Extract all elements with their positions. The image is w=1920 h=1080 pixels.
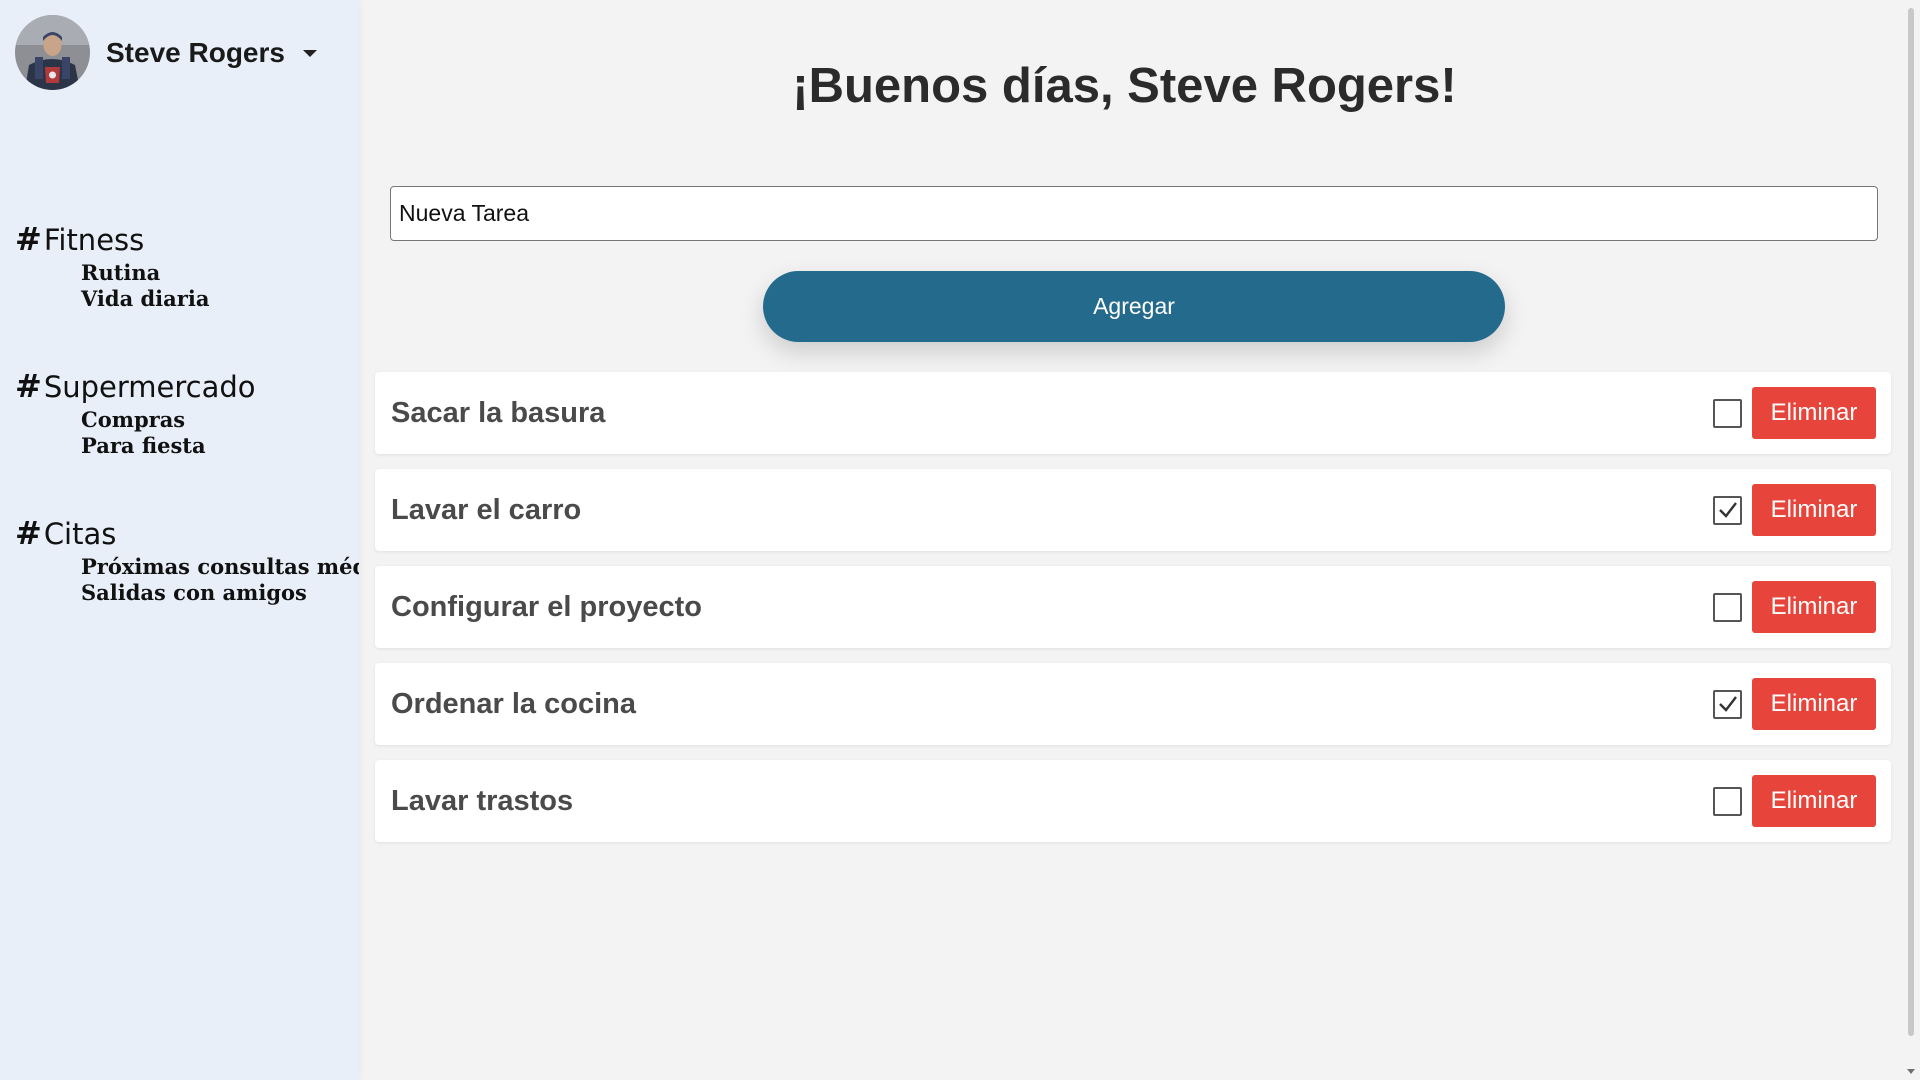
delete-task-button[interactable]: Eliminar — [1752, 678, 1876, 730]
avatar-image — [15, 15, 90, 90]
task-title: Lavar trastos — [391, 784, 574, 817]
sidebar: Steve Rogers # Fitness Rutina Vida diaria # S… — [0, 0, 359, 1080]
app: Steve Rogers # Fitness Rutina Vida diaria # S… — [0, 0, 1920, 1080]
sidebar-subitem[interactable]: Rutina — [81, 260, 359, 286]
category-title: Citas — [43, 517, 117, 551]
sidebar-subitem[interactable]: Para fiesta — [81, 433, 359, 459]
task-title: Lavar el carro — [391, 493, 582, 526]
task-row: Sacar la basura Eliminar — [375, 372, 1891, 454]
hash-icon: # — [15, 367, 42, 405]
category-fitness: # Fitness Rutina Vida diaria — [15, 220, 359, 312]
task-row: Ordenar la cocina Eliminar — [375, 663, 1891, 745]
task-title: Ordenar la cocina — [391, 687, 636, 720]
task-checkbox-checked[interactable] — [1713, 689, 1742, 719]
checkmark-icon — [1718, 502, 1737, 518]
sidebar-subitem[interactable]: Vida diaria — [81, 286, 359, 312]
category-heading[interactable]: # Fitness — [15, 220, 359, 258]
task-title: Configurar el proyecto — [391, 590, 702, 623]
delete-task-button[interactable]: Eliminar — [1752, 775, 1876, 827]
category-title: Supermercado — [43, 370, 256, 404]
avatar — [15, 15, 90, 90]
page-title: ¡Buenos días, Steve Rogers! — [792, 59, 1457, 113]
task-checkbox-checked[interactable] — [1713, 495, 1742, 525]
user-menu[interactable]: Steve Rogers — [15, 15, 317, 90]
category-citas: # Citas Próximas consultas médic Salidas co… — [15, 514, 359, 606]
category-sublist: Compras Para fiesta — [81, 407, 359, 459]
scroll-down-arrow-icon[interactable] — [1907, 1069, 1915, 1074]
main-content: ¡Buenos días, Steve Rogers! Agregar Saca… — [359, 0, 1920, 1080]
sidebar-subitem[interactable]: Salidas con amigos — [81, 580, 359, 606]
task-checkbox[interactable] — [1713, 592, 1742, 622]
category-heading[interactable]: # Citas — [15, 514, 359, 552]
checkmark-icon — [1718, 696, 1737, 712]
new-task-input[interactable] — [390, 186, 1878, 241]
category-sublist: Rutina Vida diaria — [81, 260, 359, 312]
add-task-button[interactable]: Agregar — [763, 271, 1505, 342]
delete-task-button[interactable]: Eliminar — [1752, 581, 1876, 633]
category-list: # Fitness Rutina Vida diaria # Supermercado Co… — [15, 220, 359, 661]
category-supermercado: # Supermercado Compras Para fiesta — [15, 367, 359, 459]
task-row: Lavar el carro Eliminar — [375, 469, 1891, 551]
task-row: Configurar el proyecto Eliminar — [375, 566, 1891, 648]
sidebar-subitem[interactable]: Compras — [81, 407, 359, 433]
scrollbar-thumb[interactable] — [1908, 8, 1914, 1036]
scrollbar[interactable] — [1903, 0, 1920, 1080]
sidebar-subitem[interactable]: Próximas consultas médic — [81, 554, 359, 580]
delete-task-button[interactable]: Eliminar — [1752, 387, 1876, 439]
task-checkbox[interactable] — [1713, 786, 1742, 816]
user-name: Steve Rogers — [106, 36, 285, 68]
delete-task-button[interactable]: Eliminar — [1752, 484, 1876, 536]
task-list: Sacar la basura Eliminar Lavar el carro Eli… — [375, 372, 1891, 857]
task-row: Lavar trastos Eliminar — [375, 760, 1891, 842]
category-heading[interactable]: # Supermercado — [15, 367, 359, 405]
task-title: Sacar la basura — [391, 396, 606, 429]
chevron-down-icon[interactable] — [302, 50, 317, 57]
hash-icon: # — [15, 220, 42, 258]
category-title: Fitness — [43, 223, 145, 257]
hash-icon: # — [15, 514, 42, 552]
task-checkbox[interactable] — [1713, 398, 1742, 428]
category-sublist: Próximas consultas médic Salidas con amig… — [81, 554, 359, 606]
